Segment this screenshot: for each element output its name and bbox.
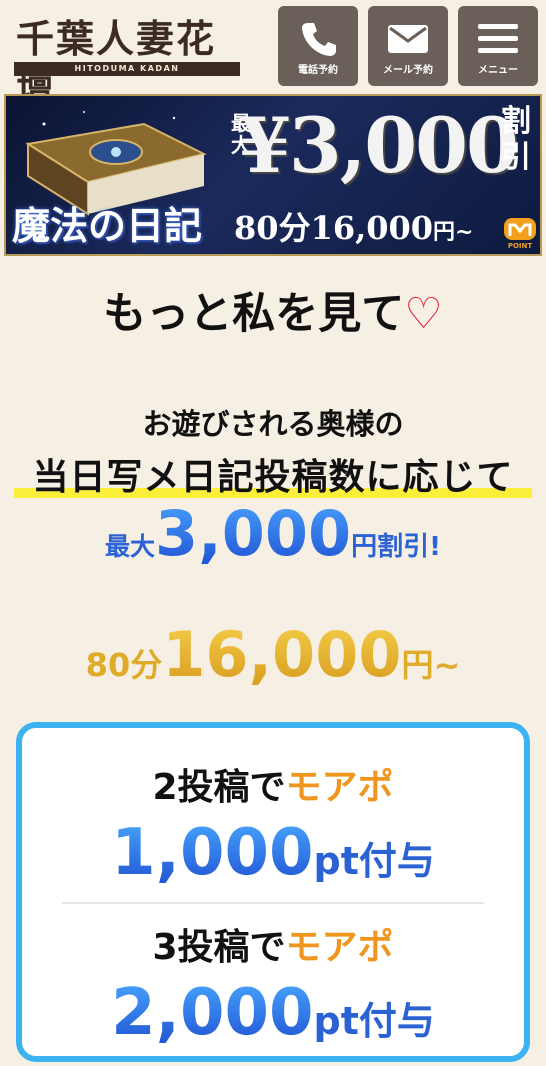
tier-points: 2,000 xyxy=(111,976,314,1050)
tier-reward: 2,000pt付与 xyxy=(22,976,524,1066)
tier-item: 2投稿でモアポ 1,000pt付与 xyxy=(22,764,524,906)
banner-price-suffix: 円~ xyxy=(433,219,474,245)
menu-label: メニュー xyxy=(478,65,518,76)
menu-icon xyxy=(458,18,538,60)
tier-count: 3投稿で xyxy=(152,927,286,968)
mpoint-badge-text: POINT xyxy=(508,242,533,250)
point-tiers-card: 2投稿でモアポ 1,000pt付与 3投稿でモアポ 2,000pt付与 xyxy=(16,722,530,1062)
mail-icon xyxy=(368,18,448,60)
discount-amount: 3,000 xyxy=(155,497,352,570)
price-amount: 16,000 xyxy=(162,618,402,691)
tier-unit: pt付与 xyxy=(313,999,435,1043)
phone-reservation-button[interactable]: 電話予約 xyxy=(278,6,358,86)
banner-title: 魔法の日記 xyxy=(12,203,203,248)
tier-condition: 2投稿でモアポ xyxy=(22,764,524,812)
menu-button[interactable]: メニュー xyxy=(458,6,538,86)
tier-divider xyxy=(62,902,484,904)
price-suffix: 円~ xyxy=(401,646,461,684)
discount-prefix: 最大 xyxy=(105,532,156,561)
tier-unit: pt付与 xyxy=(313,839,435,883)
banner-price-amount: 16,000 xyxy=(310,209,434,247)
mail-reservation-button[interactable]: メール予約 xyxy=(368,6,448,86)
tier-item: 3投稿でモアポ 2,000pt付与 xyxy=(22,924,524,1066)
max-discount: 最大3,000円割引! xyxy=(0,496,546,588)
site-header: 千葉人妻花壇 HITODUMA KADAN 電話予約 メール予約 メニュー xyxy=(0,0,546,111)
mpoint-badge-icon: POINT xyxy=(504,218,536,250)
tier-condition: 3投稿でモアポ xyxy=(22,924,524,972)
discount-suffix: 円割引! xyxy=(351,532,441,562)
banner-discount-label: 割引 xyxy=(501,104,531,175)
page-headline: もっと私を見て♡ xyxy=(0,286,546,342)
tier-points: 1,000 xyxy=(111,816,314,890)
mail-reservation-label: メール予約 xyxy=(383,65,433,76)
heart-icon: ♡ xyxy=(404,289,443,339)
tier-count: 2投稿で xyxy=(152,767,286,808)
banner-discount-amount: ¥3,000 xyxy=(238,101,519,190)
tier-reward: 1,000pt付与 xyxy=(22,816,524,906)
banner-price-duration: 80分 xyxy=(234,209,311,247)
campaign-banner[interactable]: 最大 ¥3,000 割引 魔法の日記 80分16,000円~ POINT xyxy=(4,94,542,256)
tier-point-name: モアポ xyxy=(285,767,394,808)
phone-icon xyxy=(278,18,358,60)
logo-subtitle: HITODUMA KADAN xyxy=(14,62,240,76)
banner-price: 80分16,000円~ xyxy=(234,206,473,254)
intro-text: お遊びされる奥様の xyxy=(142,407,404,441)
price-duration: 80分 xyxy=(85,646,163,684)
tier-point-name: モアポ xyxy=(285,927,394,968)
headline-text: もっと私を見て xyxy=(103,289,405,339)
site-logo[interactable]: 千葉人妻花壇 HITODUMA KADAN xyxy=(14,14,244,111)
course-price: 80分16,000円~ xyxy=(0,620,546,706)
phone-reservation-label: 電話予約 xyxy=(298,65,338,76)
